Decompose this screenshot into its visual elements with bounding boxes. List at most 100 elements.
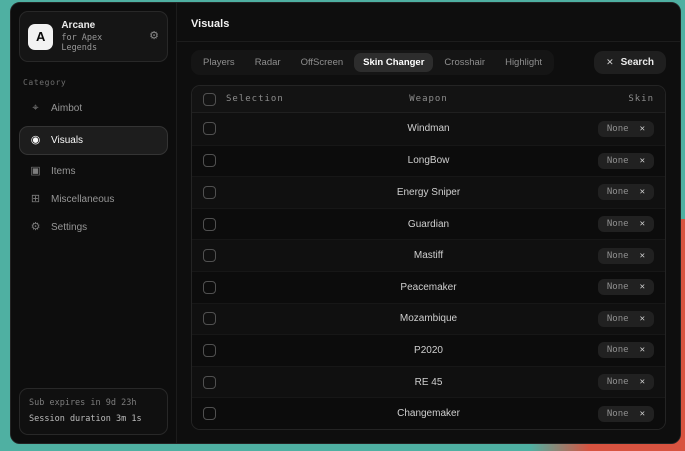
sidebar-item-label: Miscellaneous — [51, 194, 114, 205]
app-header-card: A Arcane for Apex Legends ⚙ — [19, 11, 168, 62]
skin-value: None — [607, 314, 629, 324]
row-checkbox[interactable] — [203, 376, 216, 389]
table-row: RE 45 None ✕ — [192, 366, 665, 398]
subscription-info-card: Sub expires in 9d 23h Session duration 3… — [19, 388, 168, 435]
weapon-name: Mastiff — [414, 250, 443, 261]
skin-select-pill[interactable]: None ✕ — [598, 121, 654, 137]
weapon-name: P2020 — [414, 345, 443, 356]
tabs-row: PlayersRadarOffScreenSkin ChangerCrossha… — [177, 42, 680, 81]
sidebar-item-label: Settings — [51, 222, 87, 233]
row-checkbox[interactable] — [203, 344, 216, 357]
settings-gear-icon[interactable]: ⚙ — [149, 31, 159, 42]
row-checkbox[interactable] — [203, 154, 216, 167]
gear-icon: ⚙ — [29, 222, 42, 233]
column-skin: Skin — [628, 94, 654, 104]
skin-select-pill[interactable]: None ✕ — [598, 374, 654, 390]
row-checkbox[interactable] — [203, 218, 216, 231]
weapon-name: Windman — [407, 123, 449, 134]
skin-select-pill[interactable]: None ✕ — [598, 153, 654, 169]
clear-skin-icon[interactable]: ✕ — [640, 377, 645, 387]
clear-skin-icon[interactable]: ✕ — [640, 251, 645, 261]
column-selection: Selection — [226, 94, 284, 104]
skin-select-pill[interactable]: None ✕ — [598, 184, 654, 200]
tabs-strip: PlayersRadarOffScreenSkin ChangerCrossha… — [191, 50, 554, 75]
sub-expiry-text: Sub expires in 9d 23h — [29, 396, 158, 411]
clear-skin-icon[interactable]: ✕ — [640, 187, 645, 197]
tab[interactable]: OffScreen — [292, 53, 353, 72]
row-checkbox[interactable] — [203, 186, 216, 199]
skin-value: None — [607, 124, 629, 134]
row-checkbox[interactable] — [203, 281, 216, 294]
weapon-name: Peacemaker — [400, 282, 456, 293]
sidebar-item[interactable]: ◉ Visuals — [19, 126, 168, 155]
skin-value: None — [607, 377, 629, 387]
clear-skin-icon[interactable]: ✕ — [640, 156, 645, 166]
select-all-checkbox[interactable] — [203, 93, 216, 106]
skin-value: None — [607, 187, 629, 197]
sidebar-item[interactable]: ⊞ Miscellaneous — [19, 186, 168, 213]
skin-value: None — [607, 409, 629, 419]
skin-table: Selection Weapon Skin Windman None ✕ L — [191, 85, 666, 430]
clear-skin-icon[interactable]: ✕ — [640, 314, 645, 324]
weapon-name: RE 45 — [415, 377, 443, 388]
row-checkbox[interactable] — [203, 122, 216, 135]
grid-icon: ⊞ — [29, 194, 42, 205]
sidebar-item[interactable]: ⌖ Aimbot — [19, 95, 168, 122]
table-row: Changemaker None ✕ — [192, 397, 665, 429]
main-titlebar: Visuals — [177, 3, 680, 42]
eye-icon: ◉ — [29, 135, 42, 146]
weapon-name: Changemaker — [397, 408, 460, 419]
cube-icon: ▣ — [29, 166, 42, 177]
search-button[interactable]: ✕ Search — [594, 51, 666, 74]
skin-select-pill[interactable]: None ✕ — [598, 216, 654, 232]
table-row: Windman None ✕ — [192, 113, 665, 145]
table-row: P2020 None ✕ — [192, 334, 665, 366]
skin-value: None — [607, 345, 629, 355]
sidebar-item-label: Items — [51, 166, 75, 177]
table-row: LongBow None ✕ — [192, 145, 665, 177]
page-title: Visuals — [191, 18, 229, 30]
sidebar: A Arcane for Apex Legends ⚙ Category ⌖ A… — [11, 3, 177, 443]
search-button-label: Search — [621, 57, 654, 68]
table-row: Mastiff None ✕ — [192, 239, 665, 271]
tab[interactable]: Highlight — [496, 53, 551, 72]
table-row: Energy Sniper None ✕ — [192, 176, 665, 208]
app-meta: Arcane for Apex Legends — [61, 20, 141, 53]
weapon-name: Mozambique — [400, 313, 457, 324]
skin-select-pill[interactable]: None ✕ — [598, 248, 654, 264]
weapon-name: Energy Sniper — [397, 187, 460, 198]
session-duration-text: Session duration 3m 1s — [29, 412, 158, 427]
row-checkbox[interactable] — [203, 249, 216, 262]
row-checkbox[interactable] — [203, 407, 216, 420]
row-checkbox[interactable] — [203, 312, 216, 325]
clear-skin-icon[interactable]: ✕ — [640, 409, 645, 419]
clear-skin-icon[interactable]: ✕ — [640, 219, 645, 229]
table-header-row: Selection Weapon Skin — [192, 86, 665, 113]
skin-value: None — [607, 251, 629, 261]
sidebar-item[interactable]: ⚙ Settings — [19, 214, 168, 241]
table-body: Windman None ✕ LongBow None ✕ — [192, 113, 665, 429]
sidebar-nav: ⌖ Aimbot ◉ Visuals ▣ Items ⊞ Miscellaneo… — [19, 95, 168, 242]
sidebar-item[interactable]: ▣ Items — [19, 158, 168, 185]
skin-value: None — [607, 282, 629, 292]
clear-skin-icon[interactable]: ✕ — [640, 124, 645, 134]
search-button-icon: ✕ — [606, 57, 614, 68]
app-window: A Arcane for Apex Legends ⚙ Category ⌖ A… — [10, 2, 681, 444]
tab[interactable]: Radar — [246, 53, 290, 72]
skin-select-pill[interactable]: None ✕ — [598, 311, 654, 327]
tab[interactable]: Players — [194, 53, 244, 72]
weapon-name: Guardian — [408, 219, 449, 230]
table-row: Guardian None ✕ — [192, 208, 665, 240]
tab[interactable]: Skin Changer — [354, 53, 433, 72]
table-row: Peacemaker None ✕ — [192, 271, 665, 303]
skin-select-pill[interactable]: None ✕ — [598, 406, 654, 422]
clear-skin-icon[interactable]: ✕ — [640, 282, 645, 292]
app-subtitle: for Apex Legends — [61, 33, 141, 53]
skin-select-pill[interactable]: None ✕ — [598, 279, 654, 295]
skin-value: None — [607, 156, 629, 166]
skin-select-pill[interactable]: None ✕ — [598, 342, 654, 358]
app-title: Arcane — [61, 20, 141, 31]
tab[interactable]: Crosshair — [435, 53, 494, 72]
category-label: Category — [23, 78, 164, 87]
clear-skin-icon[interactable]: ✕ — [640, 345, 645, 355]
